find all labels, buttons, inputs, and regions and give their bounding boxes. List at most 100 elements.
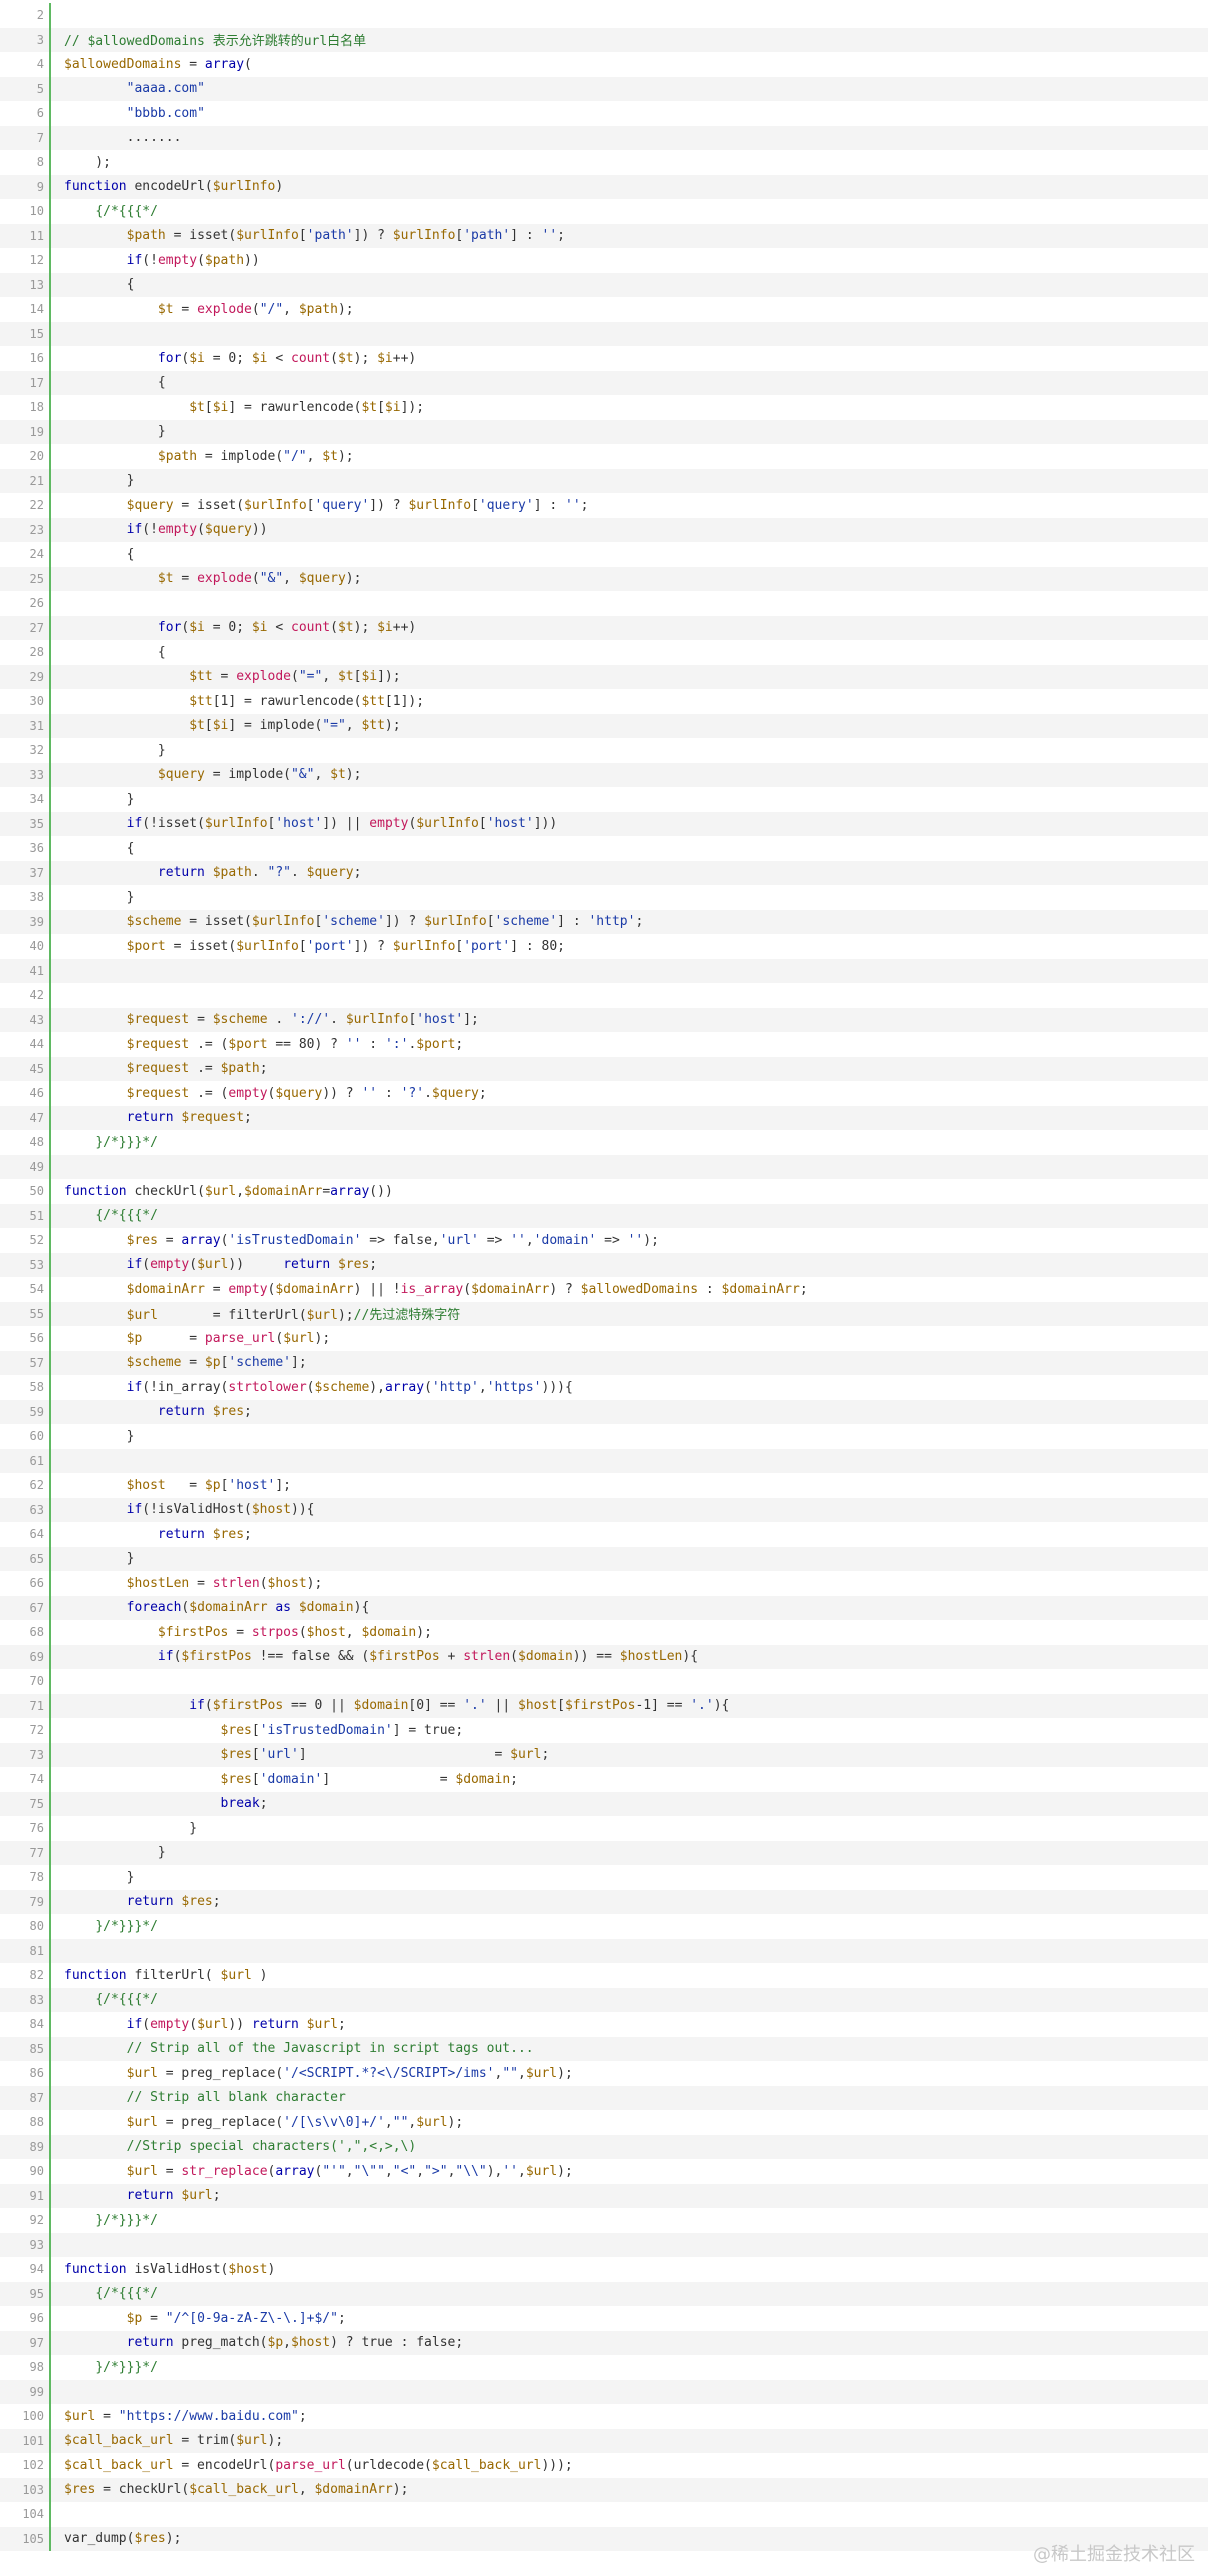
code-text: if(!in_array(strtolower($scheme),array('… — [64, 1380, 573, 1395]
gutter-bar — [49, 1865, 51, 1890]
code-line: 52 $res = array('isTrustedDomain' => fal… — [0, 1228, 1208, 1253]
code-token: isValidHost( — [126, 2261, 229, 2277]
code-token: ]; — [291, 1355, 307, 1371]
code-text: function filterUrl( $url ) — [64, 1968, 268, 1983]
code-token: (! — [142, 252, 158, 268]
code-token: (urldecode( — [345, 2457, 432, 2473]
code-token: "=" — [322, 718, 346, 734]
code-line: 98 }/*}}}*/ — [0, 2355, 1208, 2380]
code-token: is_array — [400, 1281, 464, 1297]
line-number: 75 — [29, 1796, 44, 1811]
code-token: $domainArr — [244, 1183, 323, 1199]
code-token: "&" — [259, 571, 284, 587]
code-token: $host — [251, 1502, 291, 1518]
code-token: [1] = rawurlencode( — [212, 693, 362, 709]
code-token: $host — [267, 1575, 307, 1591]
code-token: ); — [392, 2482, 409, 2498]
code-line: 66 $hostLen = strlen($host); — [0, 1571, 1208, 1596]
code-token: !== false && ( — [251, 1649, 370, 1665]
gutter-bar — [49, 1840, 51, 1865]
code-token: : — [361, 1036, 385, 1052]
code-token: function — [64, 2261, 127, 2277]
line-number: 69 — [29, 1649, 44, 1664]
gutter-bar — [49, 2355, 51, 2380]
code-text: $request .= (empty($query)) ? '' : '?'.$… — [64, 1086, 487, 1101]
code-token: ( — [298, 1624, 307, 1640]
code-token: , — [525, 1232, 534, 1248]
gutter-bar — [49, 1987, 51, 2012]
code-token: = preg_replace( — [157, 2114, 284, 2130]
code-token: $i — [212, 718, 229, 734]
code-token: $host — [306, 1624, 346, 1640]
code-text: } — [64, 890, 135, 905]
code-token: ( — [251, 571, 260, 587]
gutter-bar — [49, 395, 51, 420]
code-token: $path — [212, 865, 252, 881]
code-token: '' — [541, 228, 558, 244]
line-number: 27 — [29, 620, 44, 635]
code-token: ; — [799, 1281, 808, 1297]
code-line: 44 $request .= ($port == 80) ? '' : ':'.… — [0, 1032, 1208, 1057]
line-number: 66 — [29, 1576, 44, 1591]
code-token: = encodeUrl( — [173, 2457, 276, 2473]
gutter-bar — [49, 3, 51, 28]
gutter-bar — [49, 1301, 51, 1326]
line-number: 17 — [29, 375, 44, 390]
code-token: $res — [181, 1894, 213, 1910]
code-token: $request — [126, 1012, 190, 1028]
code-token: ( — [330, 350, 338, 366]
line-number: 31 — [29, 718, 44, 733]
code-token: = — [165, 1477, 205, 1493]
code-token: = implode( — [197, 448, 284, 464]
code-token: $request — [126, 1085, 190, 1101]
code-token: ] = — [322, 1771, 456, 1787]
code-line: 31 $t[$i] = implode("=", $tt); — [0, 713, 1208, 738]
code-token: ); — [447, 2114, 464, 2130]
code-text: }/*}}}*/ — [64, 1919, 158, 1934]
code-token: 'host' — [416, 1012, 464, 1028]
code-token: $t — [189, 399, 205, 415]
line-number: 54 — [29, 1282, 44, 1297]
gutter-bar — [49, 2502, 51, 2527]
code-token: $t — [337, 669, 354, 685]
code-line: 57 $scheme = $p['scheme']; — [0, 1350, 1208, 1375]
code-token: $url — [126, 2114, 158, 2130]
line-number: 5 — [36, 81, 44, 96]
code-token: ; — [541, 1747, 550, 1763]
code-line: 25 $t = explode("&", $query); — [0, 566, 1208, 591]
code-token: < — [267, 350, 291, 366]
code-token: = isset( — [165, 228, 237, 244]
gutter-bar — [49, 1963, 51, 1988]
code-token: || — [486, 1698, 519, 1714]
code-text: function isValidHost($host) — [64, 2262, 275, 2277]
code-token: return — [251, 2016, 299, 2032]
code-block[interactable]: 2 3// $allowedDomains 表示允许跳转的url白名单 4 $allo… — [0, 3, 1208, 2551]
code-token: $query — [298, 571, 346, 587]
code-text: if ($firstPos !== false && ($firstPos + s… — [64, 1649, 698, 1664]
code-token: $host — [518, 1698, 558, 1714]
code-token: ])) — [533, 816, 558, 832]
code-line: 9 function encodeUrl($urlInfo) — [0, 174, 1208, 199]
code-line: 99 — [0, 2379, 1208, 2404]
line-number: 20 — [29, 449, 44, 464]
code-token: $firstPos — [564, 1698, 636, 1714]
code-token: as — [275, 1600, 292, 1616]
code-token: = — [189, 1575, 213, 1591]
line-number: 50 — [29, 1184, 44, 1199]
code-line: 15 — [0, 321, 1208, 346]
line-number: 9 — [36, 179, 44, 194]
code-token: ]) ? — [369, 497, 409, 513]
gutter-bar — [49, 1497, 51, 1522]
code-text: $call_back_url = trim($url); — [64, 2433, 283, 2448]
